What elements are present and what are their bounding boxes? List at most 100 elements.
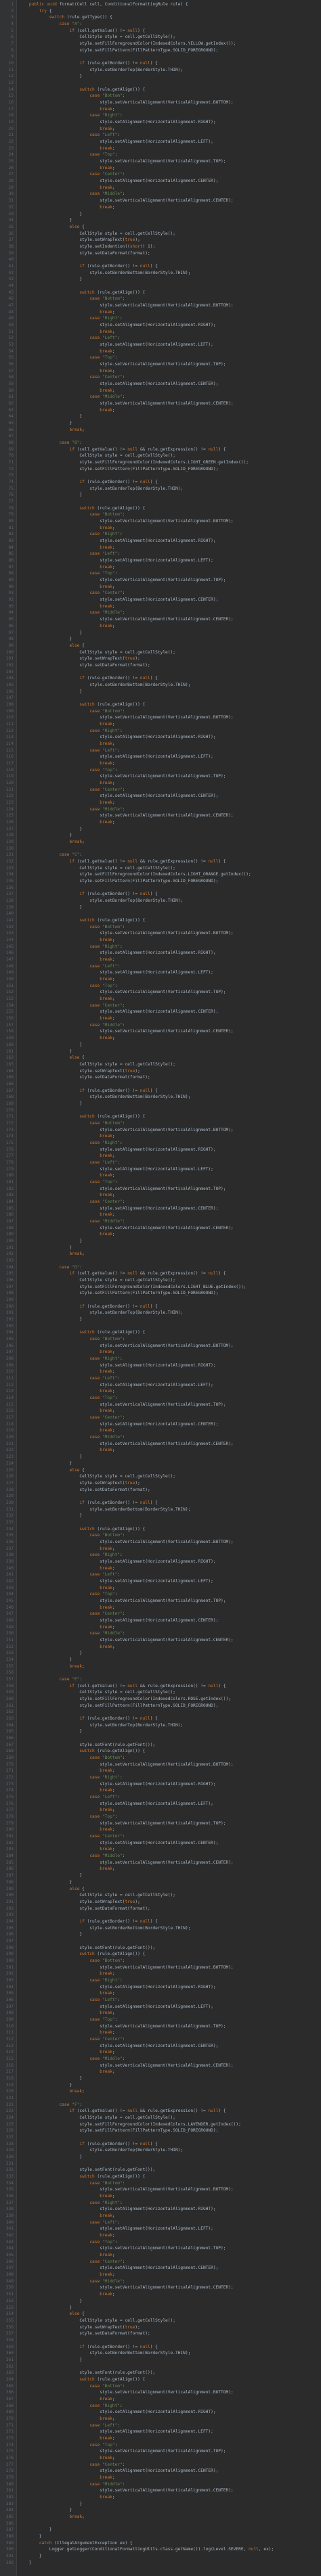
code-text[interactable]: } (19, 413, 82, 420)
code-text[interactable]: else { (19, 1467, 85, 1474)
code-text[interactable]: style.setVerticalAlignment(VerticalAlign… (19, 198, 233, 204)
code-text[interactable]: break; (19, 2435, 114, 2442)
code-text[interactable]: case "Right": (19, 728, 122, 735)
code-text[interactable]: style.setAlignment(HorizontalAlignment.R… (19, 1362, 215, 1369)
code-text[interactable]: style.setAlignment(HorizontalAlignment.L… (19, 1166, 213, 1173)
code-text[interactable]: break; (19, 760, 114, 767)
code-text[interactable]: break; (19, 1787, 114, 1794)
code-text[interactable]: style.setAlignment(HorizontalAlignment.C… (19, 1421, 218, 1428)
code-text[interactable]: style.setAlignment(HorizontalAlignment.L… (19, 1578, 213, 1585)
code-text[interactable]: } (19, 2305, 72, 2312)
code-editor[interactable]: 1 public void format(Cell cell, Conditio… (0, 0, 321, 2576)
code-text[interactable]: } (19, 276, 82, 283)
code-text[interactable]: } (19, 2507, 72, 2514)
code-text[interactable]: switch (rule.getAlign()) { (19, 1748, 145, 1755)
code-text[interactable]: case "Center": (19, 1199, 125, 1205)
code-text[interactable]: case "Left": (19, 2220, 120, 2226)
code-text[interactable]: CellStyle style = cell.getCellStyle(); (19, 453, 175, 459)
code-text[interactable]: case "Bottom": (19, 1958, 125, 1964)
code-text[interactable]: style.setBorderBottom(BorderStyle.THIN); (19, 1925, 190, 1932)
code-text[interactable]: case "Bottom": (19, 296, 125, 302)
code-text[interactable]: case "Middle": (19, 806, 125, 813)
code-text[interactable]: break; (19, 721, 114, 728)
code-text[interactable]: style.setBorderBottom(BorderStyle.THIN); (19, 1094, 190, 1101)
code-text[interactable]: case "Right": (19, 531, 122, 538)
code-text[interactable]: style.setVerticalAlignment(VerticalAlign… (19, 302, 233, 309)
code-text[interactable]: switch (rule.getType()) { (19, 14, 112, 21)
code-text[interactable]: break; (19, 2514, 85, 2521)
code-text[interactable]: CellStyle style = cell.getCellStyle(); (19, 1689, 175, 1696)
code-text[interactable]: if (cell.getValue() != null && rule.getE… (19, 2108, 226, 2115)
code-text[interactable]: break; (19, 1408, 114, 1414)
code-text[interactable]: style.setBorderBottom(BorderStyle.THIN); (19, 682, 190, 689)
code-text[interactable]: style.setDataFormat(format); (19, 250, 150, 257)
code-text[interactable]: if (rule.getBorder() != null) { (19, 891, 158, 898)
code-text[interactable]: break; (19, 545, 114, 551)
code-text[interactable]: } (19, 1049, 72, 1055)
code-text[interactable]: break; (19, 1971, 114, 1977)
code-text[interactable]: break; (19, 1990, 114, 1997)
code-text[interactable]: break; (19, 2455, 114, 2462)
code-text[interactable]: break; (19, 2291, 114, 2298)
code-text[interactable]: break; (19, 348, 114, 355)
code-text[interactable]: break; (19, 145, 114, 152)
code-text[interactable]: break; (19, 1192, 114, 1199)
code-text[interactable]: break; (19, 1231, 114, 1238)
code-text[interactable]: case "Top": (19, 2239, 117, 2246)
code-text[interactable]: style.setDataFormat(format); (19, 1074, 150, 1081)
code-text[interactable]: case "Top": (19, 767, 117, 774)
code-text[interactable]: style.setAlignment(HorizontalAlignment.L… (19, 139, 213, 145)
code-text[interactable]: switch (rule.getAlign()) { (19, 1113, 145, 1120)
code-text[interactable]: break; (19, 2069, 114, 2075)
code-text[interactable]: case "Center": (19, 2036, 125, 2043)
code-text[interactable]: style.setVerticalAlignment(VerticalAlign… (19, 773, 226, 780)
code-text[interactable]: } (19, 1931, 82, 1938)
code-text[interactable]: style.setAlignment(HorizontalAlignment.C… (19, 2043, 218, 2050)
code-text[interactable]: style.setDataFormat(format); (19, 662, 150, 669)
code-text[interactable]: } (19, 1728, 82, 1735)
code-text[interactable]: style.setAlignment(HorizontalAlignment.R… (19, 2409, 215, 2416)
code-text[interactable]: } (19, 1316, 82, 1323)
code-text[interactable]: else { (19, 224, 85, 231)
code-text[interactable]: style.setAlignment(HorizontalAlignment.L… (19, 969, 213, 976)
code-text[interactable]: case "Right": (19, 944, 122, 950)
code-text[interactable]: switch (rule.getAlign()) { (19, 2174, 145, 2180)
code-text[interactable]: style.setVerticalAlignment(VerticalAlign… (19, 1127, 233, 1134)
code-text[interactable]: style.setVerticalAlignment(VerticalAlign… (19, 1598, 226, 1605)
code-text[interactable]: case "Center": (19, 374, 125, 381)
code-text[interactable]: style.setAlignment(HorizontalAlignment.R… (19, 1781, 215, 1788)
code-text[interactable]: switch (rule.getAlign()) { (19, 1526, 145, 1533)
code-text[interactable]: case "Center": (19, 2259, 125, 2266)
code-text[interactable]: style.setFont(rule.getFont()); (19, 2167, 155, 2174)
code-text[interactable]: if (rule.getBorder() != null) { (19, 1716, 158, 1722)
code-text[interactable]: style.setFillForegroundColor(IndexedColo… (19, 871, 251, 878)
code-text[interactable]: break; (19, 1846, 114, 1853)
code-text[interactable]: switch (rule.getAlign()) { (19, 917, 145, 924)
code-text[interactable]: } (19, 2553, 42, 2560)
code-text[interactable]: case "Left": (19, 2422, 120, 2429)
code-text[interactable]: break; (19, 368, 114, 375)
code-text[interactable]: style.setFillForegroundColor(IndexedColo… (19, 1284, 246, 1291)
code-text[interactable]: break; (19, 525, 114, 532)
code-text[interactable]: case "Left": (19, 1794, 120, 1801)
code-text[interactable]: style.setVerticalAlignment(VerticalAlign… (19, 1762, 233, 1768)
code-text[interactable]: case "Middle": (19, 1022, 125, 1029)
code-text[interactable]: style.setAlignment(HorizontalAlignment.C… (19, 1205, 218, 1212)
code-text[interactable]: } (19, 1454, 82, 1460)
code-text[interactable]: style.setAlignment(HorizontalAlignment.C… (19, 2265, 218, 2272)
code-text[interactable]: break; (19, 741, 114, 748)
code-text[interactable]: break; (19, 2272, 114, 2278)
code-text[interactable]: case "Center": (19, 787, 125, 794)
code-text[interactable]: style.setBorderTop(BorderStyle.THIN); (19, 898, 183, 904)
code-text[interactable]: style.setAlignment(HorizontalAlignment.C… (19, 1617, 218, 1624)
code-text[interactable]: style.setFont(rule.getFont()); (19, 1945, 155, 1952)
code-text[interactable]: if (cell.getValue() != null) { (19, 28, 146, 34)
code-text[interactable]: break; (19, 2252, 114, 2259)
code-text[interactable]: break; (19, 1768, 114, 1774)
code-text[interactable]: case "Bottom": (19, 924, 125, 931)
code-text[interactable]: break; (19, 996, 114, 1003)
code-text[interactable]: style.setFillForegroundColor(IndexedColo… (19, 1696, 231, 1703)
code-text[interactable]: break; (19, 819, 114, 826)
code-text[interactable]: style.setBorderBottom(BorderStyle.THIN); (19, 270, 190, 277)
code-text[interactable]: case "Left": (19, 1375, 120, 1382)
